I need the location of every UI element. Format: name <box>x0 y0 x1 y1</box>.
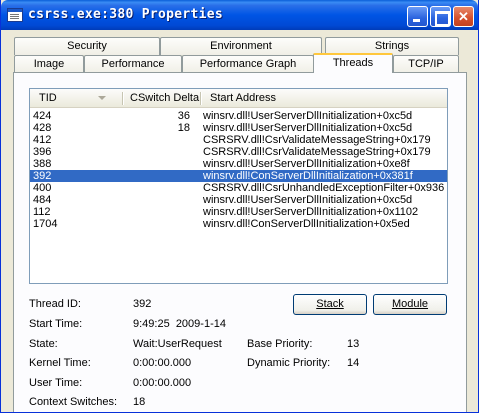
tab-environment[interactable]: Environment <box>160 37 322 55</box>
start-address-cell: winsrv.dll!UserServerDllInitialization+0… <box>203 158 410 170</box>
minimize-button[interactable] <box>407 6 428 27</box>
close-icon: ✕ <box>458 9 469 24</box>
table-row[interactable]: 396 CSRSRV.dll!CsrValidateMessageString+… <box>30 146 447 158</box>
window-title: csrss.exe:380 Properties <box>28 7 224 22</box>
context-switches-label: Context Switches: <box>29 396 118 408</box>
start-address-cell: CSRSRV.dll!CsrUnhandledExceptionFilter+0… <box>203 182 445 194</box>
tab-security[interactable]: Security <box>14 37 160 55</box>
start-address-cell: winsrv.dll!ConServerDllInitialization+0x… <box>203 218 410 230</box>
context-switches-value: 18 <box>133 396 146 408</box>
start-address-cell: winsrv.dll!UserServerDllInitialization+0… <box>203 110 413 122</box>
tab-image[interactable]: Image <box>14 55 84 73</box>
column-header-tid[interactable]: TID <box>39 92 57 104</box>
tid-cell: 424 <box>33 110 52 122</box>
table-row[interactable]: 388 winsrv.dll!UserServerDllInitializati… <box>30 158 447 170</box>
table-row[interactable]: 400 CSRSRV.dll!CsrUnhandledExceptionFilt… <box>30 182 447 194</box>
close-button[interactable]: ✕ <box>453 6 474 27</box>
properties-window: csrss.exe:380 Properties ✕ Security Envi… <box>0 0 479 413</box>
kernel-time-value: 0:00:00.000 <box>133 357 192 369</box>
start-address-cell: winsrv.dll!ConServerDllInitialization+0x… <box>203 170 413 182</box>
dynamic-priority-value: 14 <box>347 357 360 369</box>
start-address-cell: winsrv.dll!UserServerDllInitialization+0… <box>203 122 413 134</box>
maximize-button[interactable] <box>430 6 451 27</box>
tid-cell: 388 <box>33 158 52 170</box>
start-address-cell: winsrv.dll!UserServerDllInitialization+0… <box>203 206 419 218</box>
column-separator[interactable] <box>122 92 123 105</box>
column-header-cswitch-delta[interactable]: CSwitch Delta <box>130 92 199 104</box>
column-separator[interactable] <box>200 92 201 105</box>
stack-button-label: Stack <box>316 298 344 310</box>
cswitch-cell: 36 <box>177 110 190 122</box>
tid-cell: 400 <box>33 182 52 194</box>
table-row-selected[interactable]: 392 winsrv.dll!ConServerDllInitializatio… <box>30 170 447 182</box>
table-row[interactable]: 412 CSRSRV.dll!CsrValidateMessageString+… <box>30 134 447 146</box>
tid-cell: 428 <box>33 122 52 134</box>
list-header: TID CSwitch Delta Start Address <box>30 89 447 108</box>
window-app-icon[interactable] <box>7 8 23 22</box>
tab-performance-graph[interactable]: Performance Graph <box>182 55 314 73</box>
thread-id-label: Thread ID: <box>29 298 81 310</box>
tid-cell: 392 <box>33 170 52 182</box>
user-time-value: 0:00:00.000 <box>133 377 192 389</box>
base-priority-value: 13 <box>347 338 360 350</box>
column-header-start-address[interactable]: Start Address <box>210 92 276 104</box>
tid-cell: 1704 <box>33 218 58 230</box>
module-button[interactable]: Module <box>373 294 447 315</box>
state-label: State: <box>29 338 58 350</box>
table-row[interactable]: 112 winsrv.dll!UserServerDllInitializati… <box>30 206 447 218</box>
cswitch-cell: 18 <box>177 122 190 134</box>
thread-list[interactable]: TID CSwitch Delta Start Address 424 36 w… <box>29 88 448 284</box>
tid-cell: 412 <box>33 134 52 146</box>
stack-button[interactable]: Stack <box>293 294 367 315</box>
table-row[interactable]: 484 winsrv.dll!UserServerDllInitializati… <box>30 194 447 206</box>
sort-descending-icon <box>98 96 106 100</box>
table-row[interactable]: 424 36 winsrv.dll!UserServerDllInitializ… <box>30 110 447 122</box>
base-priority-label: Base Priority: <box>247 338 313 350</box>
user-time-label: User Time: <box>29 377 83 389</box>
tid-cell: 396 <box>33 146 52 158</box>
kernel-time-label: Kernel Time: <box>29 357 91 369</box>
start-address-cell: CSRSRV.dll!CsrValidateMessageString+0x17… <box>203 134 431 146</box>
tid-cell: 112 <box>33 206 51 218</box>
tid-cell: 484 <box>33 194 52 206</box>
tab-tcpip[interactable]: TCP/IP <box>393 55 459 73</box>
start-time-value: 9:49:25 2009-1-14 <box>133 318 226 330</box>
dynamic-priority-label: Dynamic Priority: <box>247 357 331 369</box>
table-row[interactable]: 1704 winsrv.dll!ConServerDllInitializati… <box>30 218 447 230</box>
start-address-cell: winsrv.dll!UserServerDllInitialization+0… <box>203 194 413 206</box>
module-button-label: Module <box>391 298 429 310</box>
title-bar[interactable]: csrss.exe:380 Properties ✕ <box>1 0 478 30</box>
tab-performance[interactable]: Performance <box>84 55 182 73</box>
state-value: Wait:UserRequest <box>133 338 222 350</box>
start-address-cell: CSRSRV.dll!CsrValidateMessageString+0x17… <box>203 146 431 158</box>
table-row[interactable]: 428 18 winsrv.dll!UserServerDllInitializ… <box>30 122 447 134</box>
thread-id-value: 392 <box>133 298 152 310</box>
start-time-label: Start Time: <box>29 318 83 330</box>
tab-threads[interactable]: Threads <box>313 53 393 73</box>
